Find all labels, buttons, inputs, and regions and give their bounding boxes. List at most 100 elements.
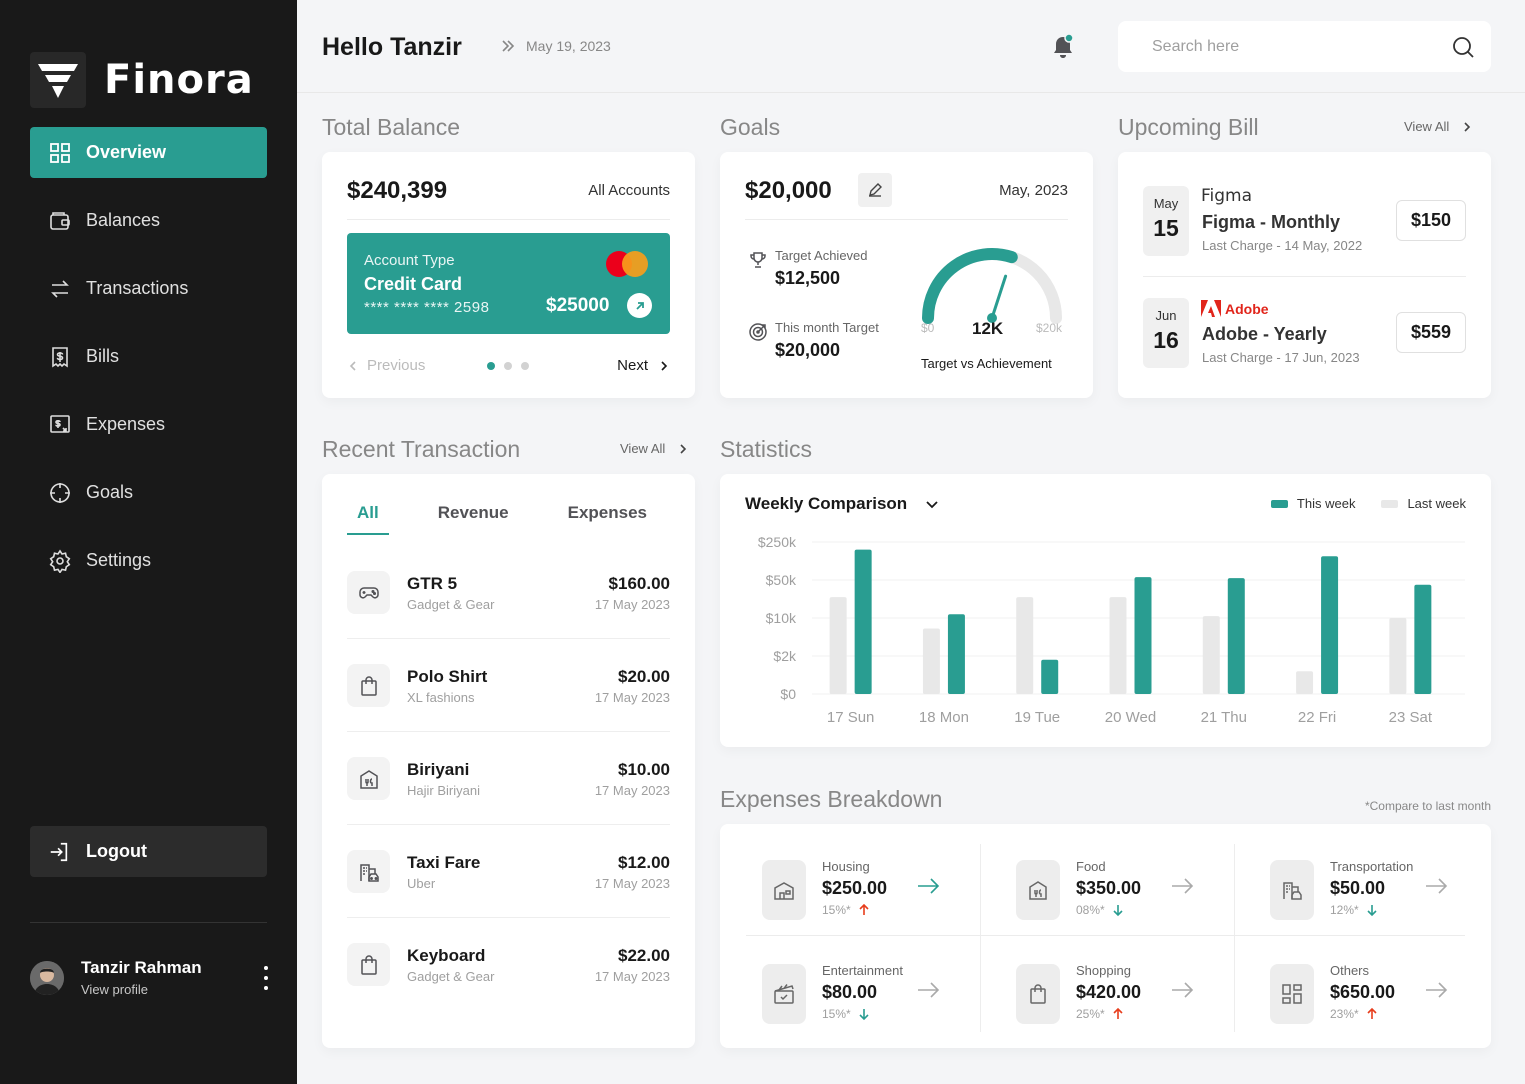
bar-last-week bbox=[1389, 618, 1407, 694]
bill-date: Jun 16 bbox=[1143, 298, 1189, 368]
arrow-up-right-icon bbox=[635, 301, 644, 310]
user-profile[interactable]: Tanzir Rahman View profile bbox=[30, 958, 275, 997]
next-button[interactable]: Next bbox=[617, 357, 670, 374]
transaction-row[interactable]: Keyboard Gadget & Gear $22.00 17 May 202… bbox=[347, 943, 670, 1036]
account-type: Credit Card bbox=[364, 274, 463, 294]
brand-logo[interactable]: Finora bbox=[30, 52, 254, 108]
transaction-icon bbox=[347, 943, 390, 986]
transactions-view-all-link[interactable]: View All bbox=[620, 441, 689, 456]
all-accounts-link[interactable]: All Accounts bbox=[588, 182, 670, 199]
transaction-row[interactable]: GTR 5 Gadget & Gear $160.00 17 May 2023 bbox=[347, 571, 670, 664]
search-input[interactable] bbox=[1152, 37, 1451, 56]
sidebar-item-bills[interactable]: Bills bbox=[30, 331, 267, 382]
brand-name: Finora bbox=[104, 57, 254, 103]
arrow-down-icon bbox=[859, 1009, 869, 1021]
expense-percent: 23%* bbox=[1330, 1007, 1359, 1021]
arrow-right-icon[interactable] bbox=[916, 978, 940, 1002]
target-icon bbox=[50, 482, 70, 503]
sidebar-item-transactions[interactable]: Transactions bbox=[30, 263, 267, 314]
expense-change: 15%* bbox=[822, 903, 871, 917]
sidebar-item-label: Overview bbox=[86, 142, 167, 162]
expense-item-entertainment[interactable]: Entertainment $80.00 15%* bbox=[746, 958, 980, 1062]
logout-label: Logout bbox=[86, 841, 147, 861]
more-options-icon[interactable] bbox=[263, 966, 269, 990]
y-tick-label: $50k bbox=[766, 572, 797, 588]
bar-last-week bbox=[1202, 616, 1220, 694]
expense-value: $50.00 bbox=[1330, 878, 1386, 898]
greeting-title: Hello Tanzir bbox=[322, 33, 462, 61]
x-tick-label: 20 Wed bbox=[1105, 709, 1156, 726]
sidebar-item-expenses[interactable]: Expenses bbox=[30, 399, 267, 450]
sidebar-item-goals[interactable]: Goals bbox=[30, 467, 267, 518]
expense-item-housing[interactable]: Housing $250.00 15%* bbox=[746, 854, 980, 958]
gauge-min-label: $0 bbox=[921, 321, 935, 335]
mastercard-icon bbox=[606, 251, 650, 277]
view-all-label: View All bbox=[1404, 119, 1450, 134]
previous-button[interactable]: Previous bbox=[347, 357, 425, 374]
search-box[interactable] bbox=[1118, 21, 1491, 72]
transaction-category: Gadget & Gear bbox=[407, 597, 495, 612]
bill-last-charge: Last Charge - 14 May, 2022 bbox=[1202, 238, 1363, 253]
sidebar-item-balances[interactable]: Balances bbox=[30, 195, 267, 246]
expense-value: $250.00 bbox=[822, 878, 888, 898]
transaction-row[interactable]: Polo Shirt XL fashions $20.00 17 May 202… bbox=[347, 664, 670, 757]
tab-all[interactable]: All bbox=[347, 499, 389, 535]
tab-expenses[interactable]: Expenses bbox=[558, 499, 657, 535]
transaction-row[interactable]: Biriyani Hajir Biriyani $10.00 17 May 20… bbox=[347, 757, 670, 850]
notification-bell-icon[interactable] bbox=[1050, 33, 1076, 61]
upcoming-bill-card: May 15 Figma Figma - Monthly Last Charge… bbox=[1118, 152, 1491, 398]
target-achieved-value: $12,500 bbox=[775, 268, 841, 288]
bill-amount[interactable]: $150 bbox=[1395, 200, 1466, 241]
arrow-right-icon[interactable] bbox=[1424, 978, 1448, 1002]
gauge-caption: Target vs Achievement bbox=[921, 356, 1052, 371]
card-number: **** **** **** 2598 bbox=[364, 299, 490, 316]
expense-item-others[interactable]: Others $650.00 23%* bbox=[1254, 958, 1488, 1062]
bills-view-all-link[interactable]: View All bbox=[1404, 119, 1473, 134]
expense-item-food[interactable]: Food $350.00 08%* bbox=[1000, 854, 1234, 958]
sidebar-nav: Overview Balances Transactions Bills Exp… bbox=[30, 127, 267, 603]
sidebar-item-overview[interactable]: Overview bbox=[30, 127, 267, 178]
view-profile-link[interactable]: View profile bbox=[81, 982, 202, 997]
expense-item-transportation[interactable]: Transportation $50.00 12%* bbox=[1254, 854, 1488, 958]
account-card[interactable]: Account Type Credit Card **** **** **** … bbox=[347, 233, 670, 334]
gauge-track bbox=[922, 248, 1062, 324]
transaction-row[interactable]: Taxi Fare Uber $12.00 17 May 2023 bbox=[347, 850, 670, 943]
bill-amount[interactable]: $559 bbox=[1395, 312, 1466, 353]
bill-item[interactable]: Jun 16 Adobe Adobe - Yearly Last Charge … bbox=[1143, 298, 1466, 388]
y-tick-label: $0 bbox=[780, 686, 796, 702]
pencil-icon bbox=[869, 183, 882, 197]
pager-dots[interactable] bbox=[487, 362, 538, 370]
arrow-right-icon[interactable] bbox=[1170, 874, 1194, 898]
bill-item[interactable]: May 15 Figma Figma - Monthly Last Charge… bbox=[1143, 186, 1466, 276]
bar-this-week bbox=[1414, 584, 1432, 694]
arrow-up-icon bbox=[1113, 1007, 1123, 1019]
expense-item-shopping[interactable]: Shopping $420.00 25%* bbox=[1000, 958, 1234, 1062]
expense-change: 12%* bbox=[1330, 903, 1379, 917]
card-open-button[interactable] bbox=[627, 293, 652, 318]
arrow-right-icon[interactable] bbox=[1424, 874, 1448, 898]
transaction-amount: $10.00 bbox=[618, 760, 670, 779]
edit-goal-button[interactable] bbox=[858, 173, 892, 207]
arrow-right-icon[interactable] bbox=[1170, 978, 1194, 1002]
x-tick-label: 21 Thu bbox=[1201, 709, 1247, 726]
bar-this-week bbox=[854, 549, 872, 694]
search-icon[interactable] bbox=[1451, 35, 1475, 59]
clapper-icon bbox=[774, 984, 794, 1004]
transaction-category: Gadget & Gear bbox=[407, 969, 495, 984]
total-balance-amount: $240,399 bbox=[347, 177, 448, 204]
sidebar: Finora Overview Balances Transactions Bi… bbox=[0, 0, 297, 1084]
restaurant-icon bbox=[1029, 881, 1047, 900]
expenses-breakdown-title: Expenses Breakdown bbox=[720, 786, 943, 812]
sidebar-item-settings[interactable]: Settings bbox=[30, 535, 267, 586]
expense-icon bbox=[762, 860, 806, 920]
transaction-category: XL fashions bbox=[407, 690, 475, 705]
gauge-needle bbox=[990, 274, 1008, 320]
shopping-bag-icon bbox=[1030, 984, 1046, 1004]
card-pager: Previous Next bbox=[347, 357, 670, 377]
taxi-building-icon bbox=[1283, 882, 1302, 900]
view-all-label: View All bbox=[620, 441, 666, 456]
transaction-category: Hajir Biriyani bbox=[407, 783, 480, 798]
logout-button[interactable]: Logout bbox=[30, 826, 267, 877]
tab-revenue[interactable]: Revenue bbox=[428, 499, 519, 535]
arrow-right-icon[interactable] bbox=[916, 874, 940, 898]
